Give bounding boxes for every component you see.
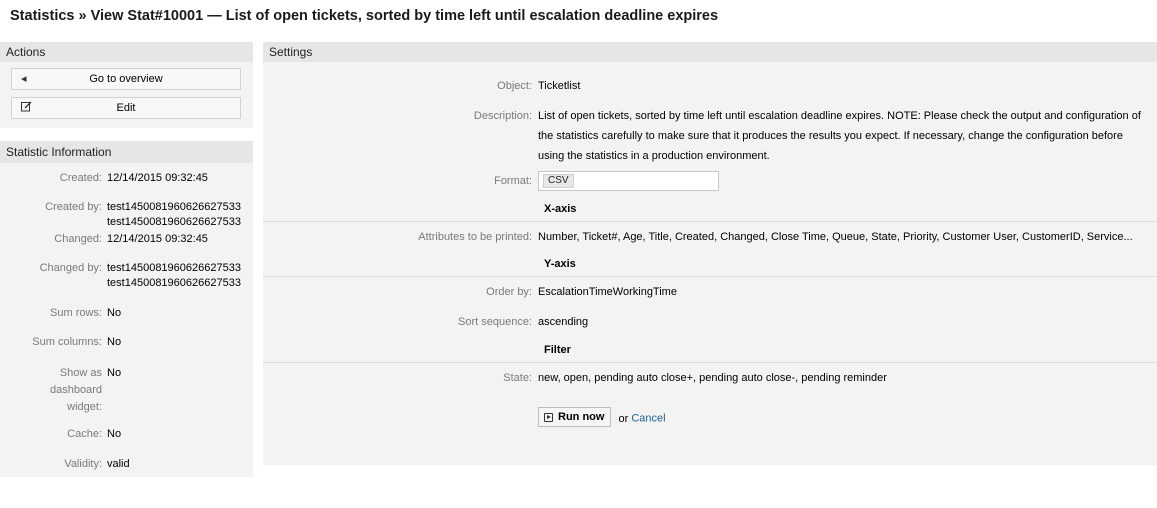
statistic-information-header: Statistic Information (0, 141, 253, 163)
order-by-row: Order by: EscalationTimeWorkingTime (263, 285, 1157, 300)
info-value-line: test1450081960626627533 (107, 262, 241, 274)
attributes-label: Attributes to be printed: (418, 231, 532, 243)
actions-panel: ◂ Go to overview Edit (0, 62, 253, 128)
info-value: No (107, 307, 122, 319)
edit-button[interactable]: Edit (11, 97, 241, 119)
actions-header: Actions (0, 42, 253, 62)
info-label: Sum rows: (50, 307, 102, 319)
info-value-line: test1450081960626627533 (107, 277, 241, 289)
sort-sequence-label: Sort sequence: (458, 316, 532, 328)
sort-sequence-value: ascending (538, 316, 589, 328)
info-value: No (107, 336, 122, 348)
info-value: test1450081960626627533 test145008196062… (107, 261, 247, 306)
info-value: No (107, 428, 122, 440)
divider (263, 362, 1157, 363)
settings-header: Settings (263, 42, 1157, 62)
info-row-created: Created: 12/14/2015 09:32:45 (0, 171, 253, 200)
run-actions: Run now or Cancel (538, 407, 1157, 427)
info-label: Sum columns: (32, 336, 102, 348)
format-row: Format: CSV (263, 171, 1157, 191)
order-by-value: EscalationTimeWorkingTime (538, 286, 677, 298)
y-axis-title: Y-axis (544, 258, 576, 270)
info-value: 12/14/2015 09:32:45 (107, 172, 208, 184)
info-row-changed: Changed: 12/14/2015 09:32:45 (0, 232, 253, 261)
statistic-information-panel: Created: 12/14/2015 09:32:45 Created by:… (0, 163, 253, 477)
attributes-row: Attributes to be printed: Number, Ticket… (263, 230, 1157, 245)
info-value-line: test1450081960626627533 (107, 201, 241, 213)
cancel-link[interactable]: Cancel (631, 413, 665, 425)
go-to-overview-button[interactable]: ◂ Go to overview (11, 68, 241, 90)
info-label: Created: (59, 172, 102, 184)
run-now-label: Run now (558, 411, 605, 423)
state-row: State: new, open, pending auto close+, p… (263, 371, 1157, 386)
divider (263, 221, 1157, 222)
edit-label: Edit (116, 102, 136, 114)
description-value: List of open tickets, sorted by time lef… (538, 110, 1141, 162)
info-value: test1450081960626627533 test145008196062… (107, 200, 247, 232)
info-label: Created by: (45, 201, 102, 213)
info-label: Changed: (54, 233, 102, 245)
go-to-overview-label: Go to overview (89, 73, 163, 85)
format-tag[interactable]: CSV (543, 174, 574, 188)
run-now-button[interactable]: Run now (538, 407, 612, 427)
info-label: Cache: (67, 428, 102, 440)
state-value: new, open, pending auto close+, pending … (538, 372, 887, 384)
x-axis-title: X-axis (544, 203, 577, 215)
info-row-sum-rows: Sum rows: No (0, 306, 253, 335)
settings-panel: Settings Object: Ticketlist Description:… (263, 42, 1157, 465)
run-row: Run now or Cancel (263, 407, 1157, 427)
page-title: Statistics » View Stat#10001 — List of o… (10, 8, 719, 24)
caret-left-icon: ◂ (21, 73, 27, 85)
info-row-validity: Validity: valid (0, 457, 253, 475)
info-value: valid (107, 458, 130, 470)
info-row-sum-columns: Sum columns: No (0, 335, 253, 365)
info-row-cache: Cache: No (0, 427, 253, 457)
info-row-show-as-dashboard-widget: Show as dashboard widget: No (0, 365, 253, 427)
info-label: Validity: (64, 458, 102, 470)
attributes-value: Number, Ticket#, Age, Title, Created, Ch… (538, 231, 1133, 243)
state-label: State: (503, 372, 532, 384)
object-label: Object: (497, 80, 532, 92)
sidebar: Actions ◂ Go to overview Edit Statistic … (0, 42, 253, 477)
divider (263, 276, 1157, 277)
info-row-created-by: Created by: test1450081960626627533 test… (0, 200, 253, 232)
sort-sequence-row: Sort sequence: ascending (263, 315, 1157, 330)
info-value-line: test1450081960626627533 (107, 216, 241, 228)
filter-title: Filter (544, 344, 571, 356)
edit-icon (21, 101, 32, 115)
info-label: Changed by: (39, 262, 102, 274)
info-value: 12/14/2015 09:32:45 (107, 233, 208, 245)
object-value: Ticketlist (538, 80, 581, 92)
info-value: No (107, 367, 122, 379)
play-icon (544, 412, 553, 422)
settings-fields: Object: Ticketlist Description: List of … (263, 79, 1157, 427)
order-by-label: Order by: (486, 286, 532, 298)
info-row-changed-by: Changed by: test1450081960626627533 test… (0, 261, 253, 306)
format-label: Format: (494, 175, 532, 187)
object-row: Object: Ticketlist (263, 79, 1157, 94)
info-label: Show as dashboard widget: (50, 367, 102, 413)
description-row: Description: List of open tickets, sorte… (263, 106, 1157, 166)
description-label: Description: (473, 110, 532, 122)
format-value: CSV (538, 171, 1157, 191)
or-text: or (618, 412, 629, 425)
format-select[interactable]: CSV (538, 171, 719, 191)
